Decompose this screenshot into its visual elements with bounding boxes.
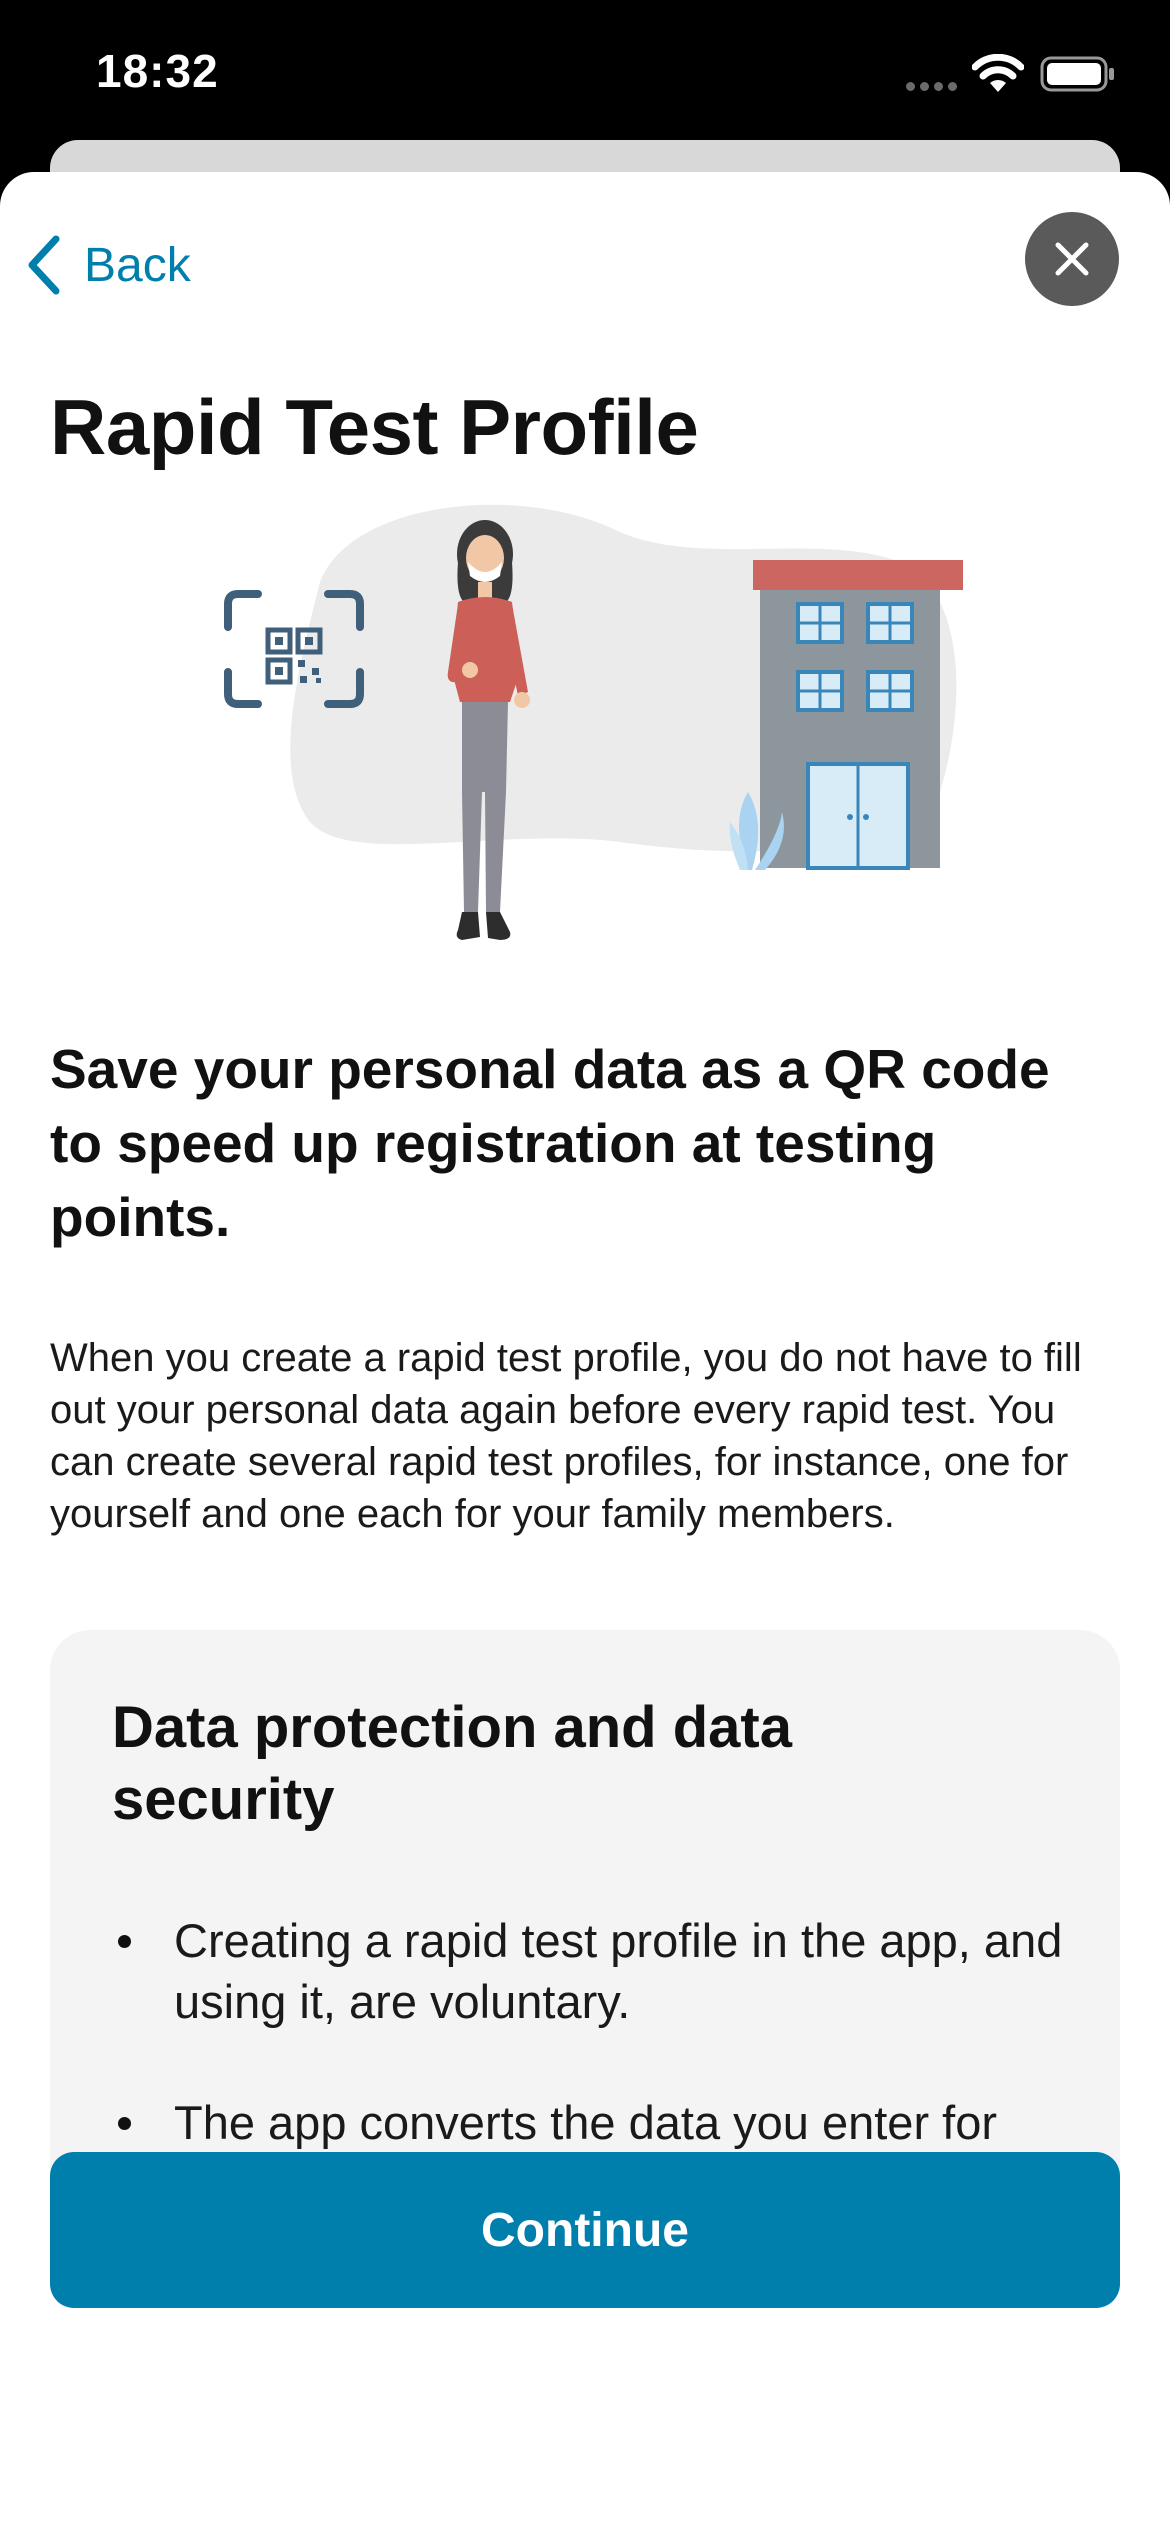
status-bar: 18:32 xyxy=(0,0,1170,150)
illustration xyxy=(224,504,963,940)
data-protection-title: Data protection and data security xyxy=(112,1695,792,1832)
footer-area xyxy=(0,2272,1170,2532)
list-item: Creating a rapid test profile in the app… xyxy=(112,1910,1072,2032)
battery-icon xyxy=(1040,56,1116,97)
close-button[interactable] xyxy=(1025,212,1119,306)
continue-label: Continue xyxy=(481,2203,689,2257)
list-item-text: Creating a rapid test profile in the app… xyxy=(174,1914,1063,2028)
cellular-dots-icon xyxy=(906,82,958,92)
body-text: When you create a rapid test profile, yo… xyxy=(50,1336,1082,1536)
bullet-icon xyxy=(118,2117,131,2130)
page-title: Rapid Test Profile xyxy=(50,383,699,471)
headline: Save your personal data as a QR code to … xyxy=(50,1038,1050,1248)
status-time: 18:32 xyxy=(96,45,219,97)
chevron-left-icon xyxy=(28,235,60,295)
wifi-icon xyxy=(971,53,1025,99)
back-label: Back xyxy=(84,238,191,292)
bullet-icon xyxy=(118,1935,131,1948)
building-illustration xyxy=(753,560,963,870)
continue-button[interactable]: Continue xyxy=(50,2152,1120,2308)
back-button[interactable]: Back xyxy=(24,230,191,300)
close-icon xyxy=(1055,242,1089,276)
